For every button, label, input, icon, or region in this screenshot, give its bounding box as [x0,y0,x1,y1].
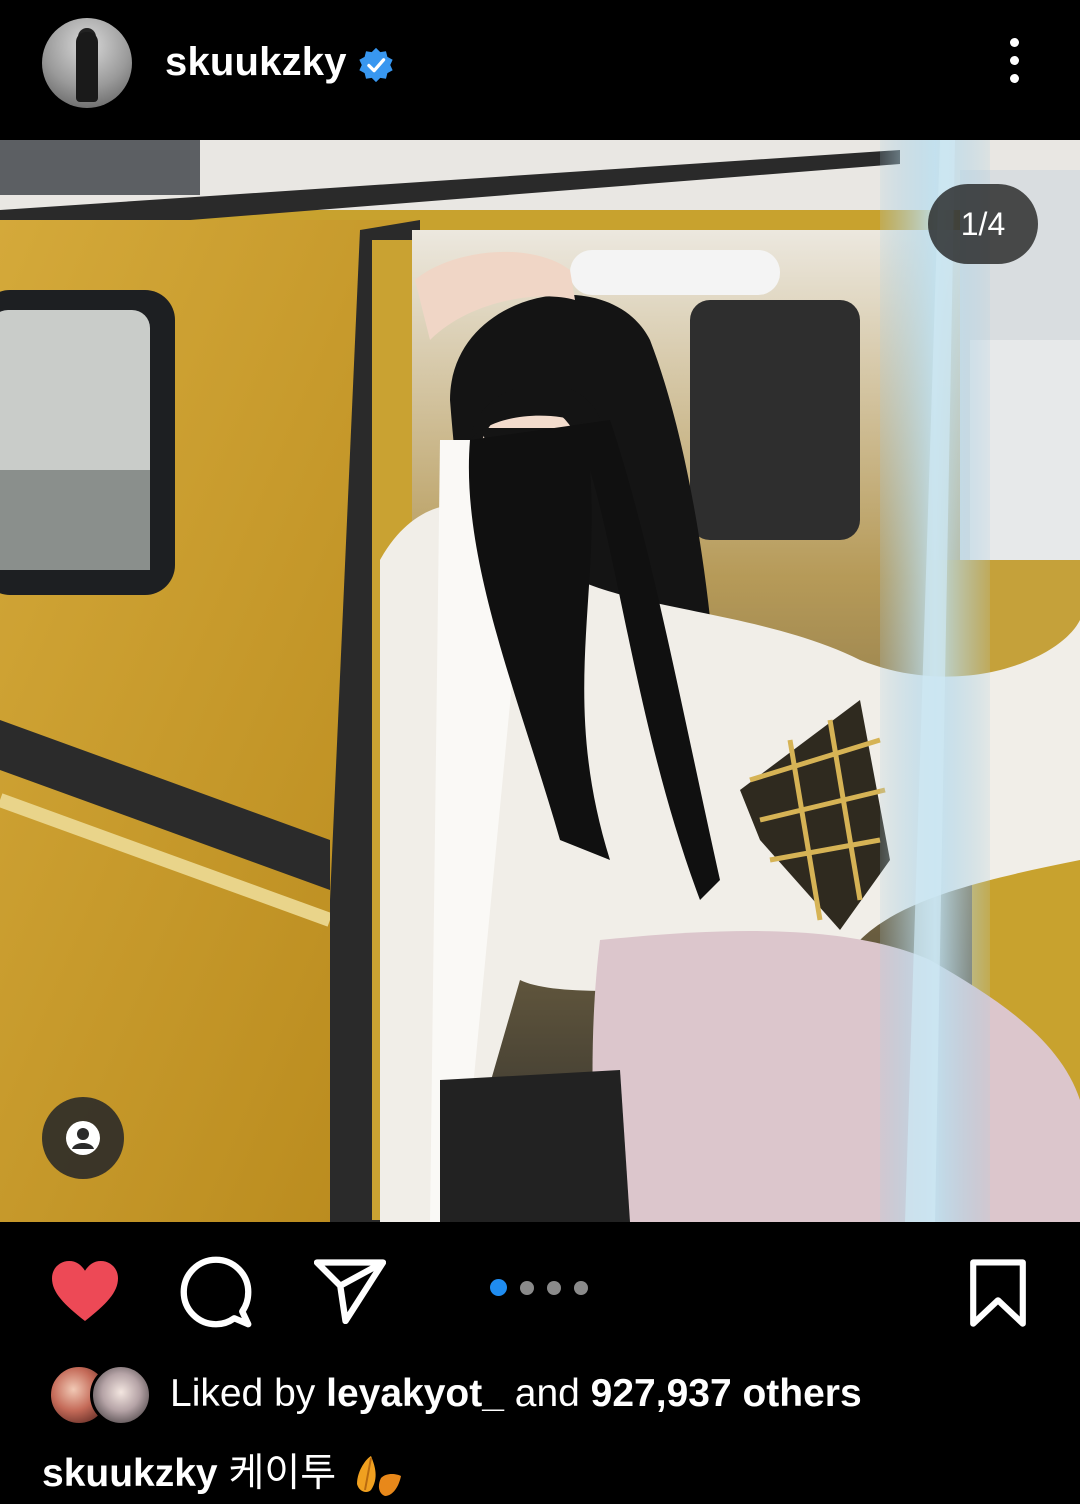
send-icon[interactable] [314,1258,386,1324]
heart-filled-icon[interactable] [48,1258,122,1324]
carousel-dot [520,1280,534,1295]
likes-summary[interactable]: Liked by leyakyot_ and 927,937 others [170,1372,862,1416]
carousel-indicator [490,1279,601,1297]
comment-icon[interactable] [180,1256,252,1328]
image-counter: 1/4 [928,184,1038,264]
carousel-dot [574,1280,588,1295]
action-bar [0,1222,1080,1362]
caption-username[interactable]: skuukzky [42,1452,218,1495]
tagged-users-button[interactable] [42,1097,124,1179]
liker-avatar [90,1364,152,1426]
carousel-dot [547,1280,561,1295]
post-header: skuukzky [0,0,1080,140]
likes-count[interactable]: 927,937 others [591,1372,862,1415]
likes-prefix: Liked by [170,1372,316,1415]
caption-text: 케이투 [228,1452,337,1495]
more-vertical-icon [1009,38,1019,47]
bookmark-icon[interactable] [968,1258,1028,1328]
verified-badge-icon [359,47,393,83]
fallen-leaf-icon [356,1455,401,1496]
post-caption: skuukzky 케이투 [42,1442,403,1498]
post-image[interactable]: 1/4 [0,140,1080,1222]
user-tag-icon [66,1121,100,1155]
username-link[interactable]: skuukzky [165,40,347,85]
profile-avatar[interactable] [42,18,132,108]
liker-avatars[interactable] [48,1364,152,1426]
carousel-dot-active [490,1279,507,1297]
likes-and: and [514,1372,580,1415]
more-options-button[interactable] [1000,38,1028,90]
post-photo-illustration [0,140,1080,1222]
liker-username[interactable]: leyakyot_ [326,1372,504,1415]
